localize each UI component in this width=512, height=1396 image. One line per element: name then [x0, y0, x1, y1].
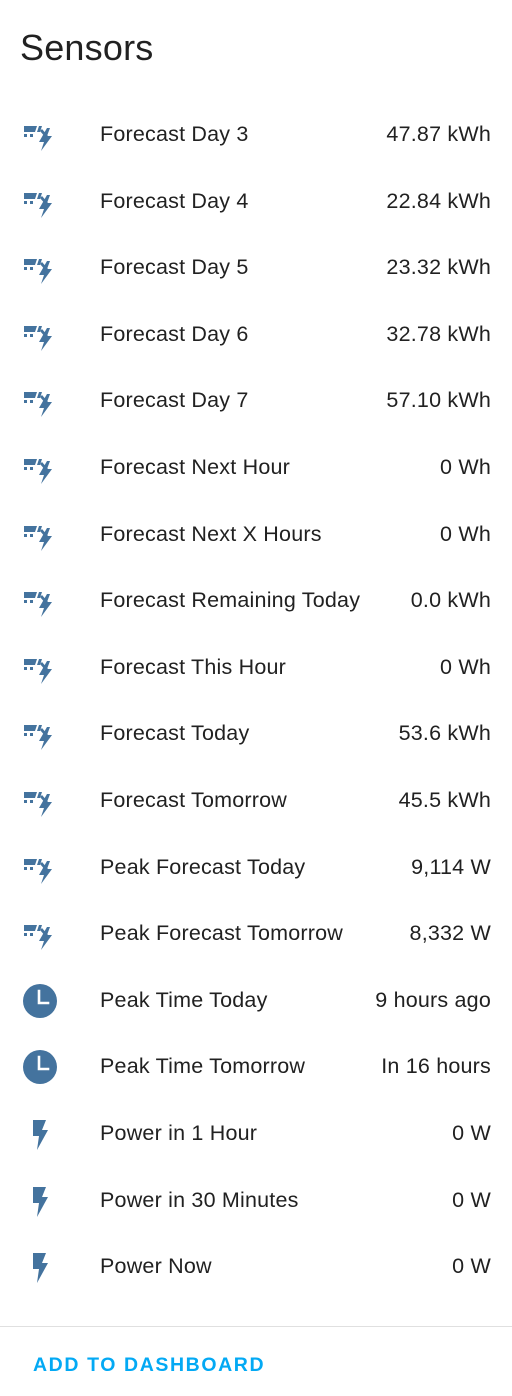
sensor-value: 0 Wh [440, 454, 491, 479]
sensor-row[interactable]: Forecast Day 5 23.32 kWh [0, 234, 512, 301]
clock-icon [20, 1047, 60, 1087]
sensor-name: Forecast Day 3 [100, 122, 249, 146]
solar-power-icon [20, 248, 60, 288]
sensor-name: Peak Time Tomorrow [100, 1054, 306, 1079]
sensor-value: 32.78 kWh [386, 321, 491, 346]
sensor-row[interactable]: Forecast Tomorrow 45.5 kWh [0, 767, 512, 834]
sensor-name: Forecast Remaining Today [100, 588, 361, 613]
sensor-name: Peak Forecast Tomorrow [100, 921, 343, 946]
sensor-name: Power Now [100, 1254, 212, 1279]
sensor-name: Forecast Next X Hours [100, 521, 322, 546]
sensor-row[interactable]: Peak Forecast Today 9,114 W [0, 834, 512, 901]
clock-icon [20, 981, 60, 1021]
sensor-value: 8,332 W [409, 921, 491, 946]
sensor-row[interactable]: Peak Time Today 9 hours ago [0, 967, 512, 1034]
sensor-row[interactable]: Forecast Day 6 32.78 kWh [0, 301, 512, 368]
solar-power-icon [20, 182, 60, 222]
solar-power-icon [20, 448, 60, 488]
solar-power-icon [20, 648, 60, 688]
sensor-row[interactable]: Forecast Next X Hours 0 Wh [0, 501, 512, 568]
card-title: Sensors [20, 27, 154, 68]
lightning-bolt-icon [20, 1247, 60, 1287]
sensor-value: 53.6 kWh [398, 721, 491, 746]
sensor-row[interactable]: Power Now 0 W [0, 1233, 512, 1300]
sensor-row[interactable]: Forecast Day 4 22.84 kWh [0, 168, 512, 235]
solar-power-icon [20, 781, 60, 821]
solar-power-icon [20, 515, 60, 555]
sensor-value: 57.10 kWh [386, 388, 491, 413]
add-to-dashboard-button[interactable]: ADD TO DASHBOARD [33, 1347, 265, 1383]
sensor-value: 45.5 kWh [398, 787, 491, 812]
sensor-value: 0 Wh [440, 521, 491, 546]
sensor-list: Forecast Day 3 47.87 kWh Forecast Day 4 22.… [0, 101, 512, 1300]
sensor-name: Forecast Next Hour [100, 454, 290, 479]
sensors-card: Sensors Forecast Day 3 47.87 kWh Forecast … [0, 0, 512, 1396]
sensor-name: Power in 1 Hour [100, 1120, 258, 1145]
sensor-value: 47.87 kWh [386, 122, 491, 146]
sensor-row[interactable]: Forecast Remaining Today 0.0 kWh [0, 567, 512, 634]
solar-power-icon [20, 714, 60, 754]
sensor-row[interactable]: Peak Time Tomorrow In 16 hours [0, 1033, 512, 1100]
sensor-row[interactable]: Forecast This Hour 0 Wh [0, 634, 512, 701]
sensor-name: Forecast Today [100, 721, 250, 746]
sensor-row[interactable]: Peak Forecast Tomorrow 8,332 W [0, 900, 512, 967]
lightning-bolt-icon [20, 1114, 60, 1154]
sensor-name: Peak Forecast Today [100, 854, 306, 879]
solar-power-icon [20, 115, 60, 155]
solar-power-icon [20, 315, 60, 355]
lightning-bolt-icon [20, 1181, 60, 1221]
solar-power-icon [20, 914, 60, 954]
sensor-name: Power in 30 Minutes [100, 1187, 299, 1212]
sensor-value: 0.0 kWh [410, 588, 491, 613]
sensor-name: Peak Time Today [100, 987, 268, 1012]
sensor-name: Forecast Day 4 [100, 188, 249, 213]
sensor-row[interactable]: Power in 1 Hour 0 W [0, 1100, 512, 1167]
sensor-row[interactable]: Forecast Next Hour 0 Wh [0, 434, 512, 501]
sensor-value: 0 W [452, 1187, 491, 1212]
sensor-value: 23.32 kWh [386, 255, 491, 280]
sensor-row[interactable]: Forecast Day 7 57.10 kWh [0, 367, 512, 434]
sensor-row[interactable]: Forecast Today 53.6 kWh [0, 700, 512, 767]
solar-power-icon [20, 848, 60, 888]
sensor-value: 9 hours ago [375, 987, 491, 1012]
sensor-row[interactable]: Power in 30 Minutes 0 W [0, 1167, 512, 1234]
sensor-name: Forecast Day 7 [100, 388, 249, 413]
sensor-value: 0 W [452, 1120, 491, 1145]
sensor-row[interactable]: Forecast Day 3 47.87 kWh [0, 101, 512, 168]
divider [0, 1326, 512, 1327]
sensor-value: 0 Wh [440, 654, 491, 679]
solar-power-icon [20, 581, 60, 621]
sensor-name: Forecast Day 6 [100, 321, 249, 346]
sensor-value: 22.84 kWh [386, 188, 491, 213]
sensor-value: In 16 hours [381, 1054, 491, 1079]
sensor-name: Forecast Tomorrow [100, 787, 288, 812]
sensor-name: Forecast This Hour [100, 654, 287, 679]
sensor-value: 9,114 W [411, 854, 491, 879]
solar-power-icon [20, 381, 60, 421]
sensor-value: 0 W [452, 1254, 491, 1279]
sensor-name: Forecast Day 5 [100, 255, 249, 280]
